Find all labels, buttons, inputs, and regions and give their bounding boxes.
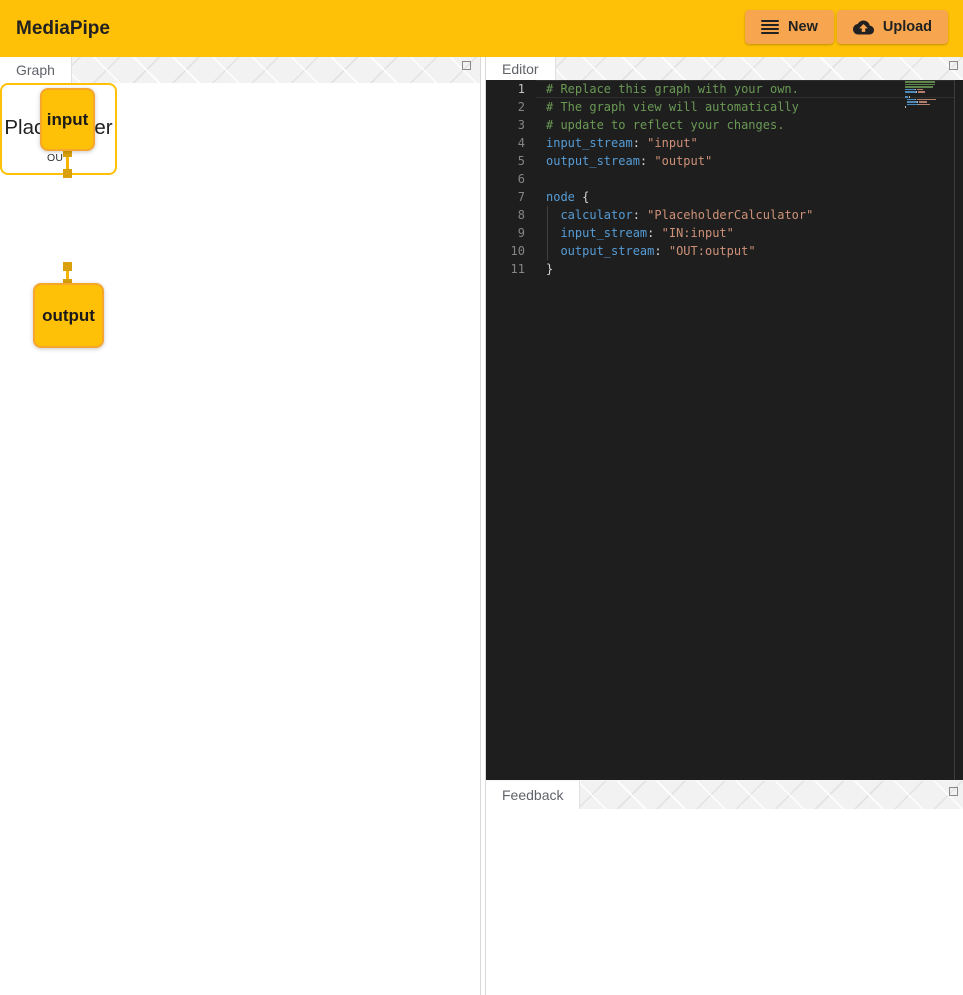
- code-line[interactable]: 11}: [486, 260, 963, 278]
- code-text: # The graph view will automatically: [546, 98, 799, 116]
- node-output-label: output: [42, 306, 95, 326]
- line-number: 9: [486, 224, 525, 242]
- feedback-panel: Feedback: [485, 780, 963, 995]
- line-number: 7: [486, 188, 525, 206]
- code-text: }: [546, 260, 553, 278]
- upload-button[interactable]: Upload: [837, 10, 948, 44]
- node-input-label: input: [47, 110, 89, 130]
- code-line[interactable]: 4 input_stream: "input": [486, 134, 963, 152]
- tab-feedback-label: Feedback: [502, 787, 563, 803]
- app-title: MediaPipe: [16, 18, 110, 40]
- menu-lines-icon: [761, 20, 779, 34]
- edge-port-dot: [63, 262, 72, 271]
- line-number: 1: [486, 80, 525, 98]
- feedback-content: [486, 809, 963, 995]
- code-line[interactable]: 7 node {: [486, 188, 963, 206]
- code-line[interactable]: 2 # The graph view will automatically: [486, 98, 963, 116]
- app-header: MediaPipe New Upload: [0, 0, 963, 57]
- editor-panel: Editor 1 # Replace this graph with your o…: [485, 57, 963, 780]
- graph-node-output[interactable]: output: [33, 283, 104, 348]
- code-line[interactable]: 1 # Replace this graph with your own.: [486, 80, 963, 98]
- editor-maximize-icon[interactable]: [949, 61, 958, 70]
- upload-button-label: Upload: [883, 19, 932, 35]
- code-line[interactable]: 6: [486, 170, 963, 188]
- cloud-upload-icon: [853, 17, 874, 38]
- code-text: calculator: "PlaceholderCalculator": [546, 206, 813, 224]
- code-text: node {: [546, 188, 589, 206]
- code-text: input_stream: "IN:input": [546, 224, 734, 242]
- editor-tabbar: Editor: [486, 57, 963, 80]
- new-button-label: New: [788, 19, 818, 35]
- new-button[interactable]: New: [745, 10, 834, 44]
- code-line[interactable]: 10 output_stream: "OUT:output": [486, 242, 963, 260]
- graph-maximize-icon[interactable]: [462, 61, 471, 70]
- line-number: 8: [486, 206, 525, 224]
- line-number: 10: [486, 242, 525, 260]
- editor-code: 1 # Replace this graph with your own. 2 # T…: [486, 80, 963, 278]
- line-number: 5: [486, 152, 525, 170]
- code-line[interactable]: 9 input_stream: "IN:input": [486, 224, 963, 242]
- line-number: 11: [486, 260, 525, 278]
- code-line[interactable]: 5 output_stream: "output": [486, 152, 963, 170]
- graph-node-input[interactable]: input: [40, 88, 95, 151]
- header-actions: New Upload: [745, 10, 948, 44]
- feedback-maximize-icon[interactable]: [949, 787, 958, 796]
- editor-scrollbar[interactable]: [954, 80, 955, 780]
- mediapipe-visualizer: MediaPipe New Upload Graph: [0, 0, 963, 995]
- line-number: 3: [486, 116, 525, 134]
- code-text: # update to reflect your changes.: [546, 116, 784, 134]
- code-text: output_stream: "OUT:output": [546, 242, 756, 260]
- tab-feedback[interactable]: Feedback: [486, 781, 580, 809]
- minimap[interactable]: [905, 81, 943, 109]
- code-editor[interactable]: 1 # Replace this graph with your own. 2 # T…: [486, 80, 963, 780]
- line-number: 4: [486, 134, 525, 152]
- edge-port-dot: [63, 169, 72, 178]
- graph-tabbar: Graph: [0, 57, 480, 83]
- graph-canvas[interactable]: input IN Placeholder OUT output: [0, 83, 480, 995]
- tab-editor-label: Editor: [502, 61, 539, 77]
- graph-panel: Graph input IN Placeholder OUT output: [0, 57, 481, 995]
- line-number: 6: [486, 170, 525, 188]
- tab-graph[interactable]: Graph: [0, 57, 72, 83]
- code-text: output_stream: "output": [546, 152, 712, 170]
- code-line[interactable]: 3 # update to reflect your changes.: [486, 116, 963, 134]
- minimap-line: [905, 106, 943, 109]
- line-number: 2: [486, 98, 525, 116]
- feedback-tabbar: Feedback: [486, 781, 963, 809]
- code-line[interactable]: 8 calculator: "PlaceholderCalculator": [486, 206, 963, 224]
- tab-graph-label: Graph: [16, 62, 55, 78]
- tab-editor[interactable]: Editor: [486, 57, 556, 80]
- code-text: input_stream: "input": [546, 134, 698, 152]
- code-text: # Replace this graph with your own.: [546, 80, 799, 98]
